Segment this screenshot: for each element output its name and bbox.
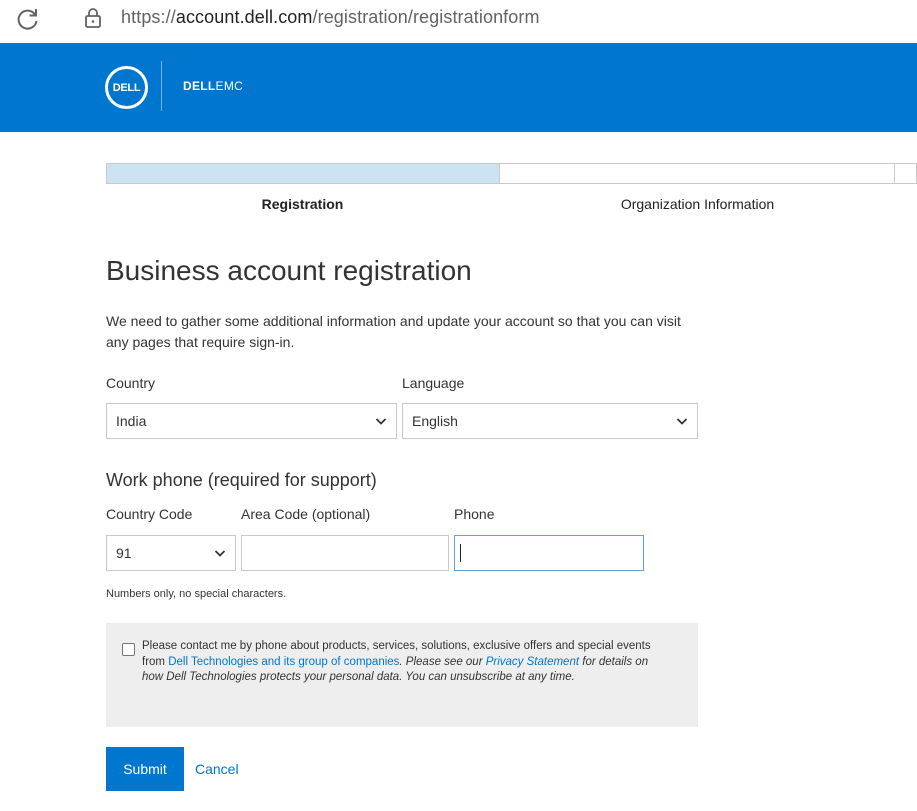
dellemc-logo: DELLEMC <box>183 79 243 93</box>
url-scheme: https:// <box>121 7 176 27</box>
consent-text: Please contact me by phone about product… <box>142 639 672 686</box>
country-code-select[interactable]: 91 <box>106 535 236 571</box>
text-cursor <box>460 544 461 562</box>
chevron-down-icon <box>214 550 226 557</box>
language-select[interactable]: English <box>402 403 698 439</box>
area-code-label: Area Code (optional) <box>241 506 371 522</box>
dell-logo-text: DELL <box>112 81 141 94</box>
chevron-down-icon <box>375 418 387 425</box>
dell-companies-link[interactable]: Dell Technologies and its group of compa… <box>168 656 399 668</box>
country-code-value: 91 <box>116 545 132 561</box>
header-divider <box>161 61 162 111</box>
progress-step-organization <box>500 164 895 183</box>
language-value: English <box>412 413 458 429</box>
brand-bold: DELL <box>183 79 216 93</box>
dell-logo[interactable]: DELL <box>105 66 148 109</box>
country-code-label: Country Code <box>106 506 193 522</box>
consent-checkbox[interactable] <box>122 643 135 656</box>
work-phone-heading: Work phone (required for support) <box>106 470 377 490</box>
progress-bar <box>106 163 917 184</box>
phone-input[interactable] <box>454 535 644 571</box>
site-header: DELL DELLEMC <box>0 43 917 132</box>
browser-bar: https://account.dell.com/registration/re… <box>0 0 917 43</box>
cancel-link[interactable]: Cancel <box>195 761 239 777</box>
privacy-statement-link[interactable]: Privacy Statement <box>486 656 579 668</box>
step-label-organization: Organization Information <box>620 196 775 212</box>
chevron-down-icon <box>676 418 688 425</box>
language-label: Language <box>402 375 465 391</box>
progress-step-registration <box>107 164 500 183</box>
consent-text-2: . Please see our <box>399 655 486 668</box>
page-title: Business account registration <box>106 255 472 286</box>
reload-icon[interactable] <box>14 5 42 33</box>
lock-icon[interactable] <box>83 7 103 29</box>
submit-button[interactable]: Submit <box>106 747 184 791</box>
url-host: account.dell.com <box>175 7 313 27</box>
consent-panel: Please contact me by phone about product… <box>106 623 698 727</box>
phone-label: Phone <box>454 506 495 522</box>
intro-text: We need to gather some additional inform… <box>106 313 681 350</box>
country-select[interactable]: India <box>106 403 397 439</box>
country-label: Country <box>106 375 156 391</box>
url-path: /registration/registrationform <box>312 7 540 27</box>
address-bar[interactable]: https://account.dell.com/registration/re… <box>121 7 540 28</box>
brand-light: EMC <box>215 79 244 93</box>
country-value: India <box>116 413 147 429</box>
phone-hint: Numbers only, no special characters. <box>106 588 287 600</box>
area-code-input[interactable] <box>241 535 449 571</box>
step-label-registration: Registration <box>261 196 344 212</box>
